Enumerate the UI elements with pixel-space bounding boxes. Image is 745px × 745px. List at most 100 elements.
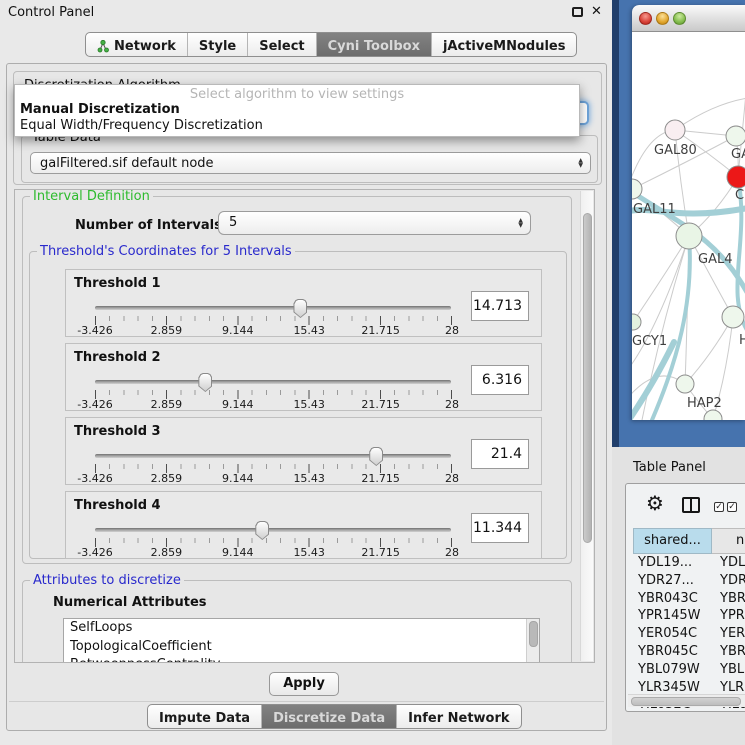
- float-window-icon[interactable]: [572, 7, 583, 17]
- network-node[interactable]: [632, 314, 641, 330]
- table-row[interactable]: YBL079WYBL0: [633, 661, 745, 679]
- table-row[interactable]: YDL19...YDL1: [633, 554, 745, 572]
- network-node[interactable]: [727, 166, 745, 188]
- threshold-value-field[interactable]: 6.316: [471, 365, 529, 395]
- table-hscrollbar[interactable]: [628, 694, 745, 707]
- tab-network[interactable]: Network: [86, 33, 187, 56]
- slider-tick-labels: -3.4262.8599.14415.4321.71528: [95, 398, 452, 410]
- table-cell[interactable]: YBL0: [712, 661, 745, 679]
- tab-style[interactable]: Style: [187, 33, 247, 56]
- network-canvas[interactable]: GAL80GACGAL11GAL4GCY1HHAP2: [632, 32, 745, 420]
- group-title: Attributes to discretize: [30, 573, 184, 588]
- tick-label: 2.859: [151, 472, 183, 485]
- column-header-shared[interactable]: shared...: [633, 528, 712, 554]
- dropdown-option-equal-width[interactable]: Equal Width/Frequency Discretization: [15, 118, 579, 134]
- dropdown-option-manual[interactable]: Manual Discretization: [15, 102, 579, 118]
- node-label: GAL4: [698, 252, 732, 267]
- attribute-list-item[interactable]: BetweennessCentrality: [64, 656, 539, 663]
- threshold-value-field[interactable]: 21.4: [471, 439, 529, 469]
- network-node[interactable]: [726, 126, 745, 146]
- table-cell[interactable]: YPR1: [712, 607, 745, 625]
- tick-label: 2.859: [151, 398, 183, 411]
- number-of-intervals-label: Number of Intervals: [75, 218, 222, 233]
- tab-label: Style: [199, 39, 236, 54]
- tab-cyni-toolbox[interactable]: Cyni Toolbox: [316, 33, 431, 56]
- table-cell[interactable]: YBR0: [712, 643, 745, 661]
- table-cell[interactable]: YBR043C: [633, 590, 712, 608]
- table-cell[interactable]: YPR145W: [633, 607, 712, 625]
- attribute-list-item[interactable]: SelfLoops: [64, 619, 539, 638]
- cyni-mode-tabs: Impute Data Discretize Data Infer Networ…: [147, 704, 522, 729]
- settings-scrollbar[interactable]: [580, 191, 593, 661]
- threshold-value-field[interactable]: 14.713: [471, 291, 529, 321]
- numerical-attributes-label: Numerical Attributes: [53, 595, 207, 610]
- table-cell[interactable]: YDL1: [712, 554, 745, 572]
- table-row[interactable]: YER054CYER0: [633, 625, 745, 643]
- tick-label: 15.43: [293, 324, 325, 337]
- list-scrollbar[interactable]: [526, 619, 539, 663]
- tab-select[interactable]: Select: [247, 33, 315, 56]
- settings-scrollbar-thumb[interactable]: [583, 213, 592, 543]
- table-row[interactable]: YDR27...YDR2: [633, 572, 745, 590]
- checkbox-icon[interactable]: ✓: [714, 502, 724, 512]
- network-node[interactable]: [676, 223, 702, 249]
- network-window-titlebar[interactable]: [632, 5, 745, 32]
- threshold-3-slider[interactable]: [95, 446, 451, 466]
- checkbox-icon[interactable]: ✓: [727, 502, 737, 512]
- tab-label: Select: [259, 39, 304, 54]
- table-row[interactable]: YPR145WYPR1: [633, 607, 745, 625]
- numerical-attributes-list: SelfLoopsTopologicalCoefficientBetweenne…: [64, 619, 539, 663]
- control-panel-tabs: Network Style Select Cyni Toolbox jActiv…: [85, 32, 577, 57]
- spinner-arrows-icon[interactable]: ▲▼: [518, 218, 523, 228]
- table-cell[interactable]: YER054C: [633, 625, 712, 643]
- network-node[interactable]: [722, 306, 744, 328]
- mac-close-icon[interactable]: [639, 12, 652, 25]
- slider-track[interactable]: [95, 454, 451, 458]
- table-cell[interactable]: YER0: [712, 625, 745, 643]
- numerical-attributes-listbox[interactable]: SelfLoopsTopologicalCoefficientBetweenne…: [63, 618, 540, 663]
- apply-button[interactable]: Apply: [269, 672, 339, 696]
- table-row[interactable]: YBR043CYBR0: [633, 590, 745, 608]
- threshold-4-slider[interactable]: [95, 520, 451, 540]
- tab-jactivemnodules[interactable]: jActiveMNodules: [431, 33, 577, 56]
- network-view-window[interactable]: GAL80GACGAL11GAL4GCY1HHAP2: [632, 5, 745, 420]
- control-panel-window: Control Panel ✕ Network Style Select Cyn…: [0, 0, 612, 745]
- table-row[interactable]: YBR045CYBR0: [633, 643, 745, 661]
- cyni-toolbox-panel: Discretization Algorithm ▲▼ Select algor…: [6, 63, 607, 731]
- table-data-combobox[interactable]: galFiltered.sif default node ▲▼: [30, 152, 591, 174]
- table-cell[interactable]: YBR045C: [633, 643, 712, 661]
- gear-icon[interactable]: ⚙: [646, 492, 664, 514]
- mac-zoom-icon[interactable]: [673, 12, 686, 25]
- slider-track[interactable]: [95, 380, 451, 384]
- threshold-value-field[interactable]: 11.344: [471, 513, 529, 543]
- tab-impute-data[interactable]: Impute Data: [148, 705, 261, 728]
- threshold-1-slider[interactable]: [95, 298, 451, 318]
- columns-icon[interactable]: [682, 497, 700, 513]
- tab-discretize-data[interactable]: Discretize Data: [261, 705, 396, 728]
- table-panel: Table Panel ⚙ ✓ ✓ shared... n YDL19...YD…: [612, 447, 745, 745]
- close-icon[interactable]: ✕: [591, 4, 602, 19]
- tick-label: 28: [445, 472, 459, 485]
- table-cell[interactable]: YDR27...: [633, 572, 712, 590]
- tick-label: 15.43: [293, 546, 325, 559]
- table-cell[interactable]: YDL19...: [633, 554, 712, 572]
- tab-infer-network[interactable]: Infer Network: [396, 705, 520, 728]
- spinner-value: 5: [229, 215, 237, 230]
- list-scrollbar-thumb[interactable]: [529, 621, 538, 647]
- table-cell[interactable]: YBR0: [712, 590, 745, 608]
- threshold-2-slider[interactable]: [95, 372, 451, 392]
- slider-track[interactable]: [95, 306, 451, 310]
- window-title: Control Panel: [8, 5, 94, 20]
- table-cell[interactable]: YBL079W: [633, 661, 712, 679]
- network-node[interactable]: [665, 120, 685, 140]
- mac-minimize-icon[interactable]: [656, 12, 669, 25]
- table-hscrollbar-thumb[interactable]: [631, 697, 741, 706]
- attribute-list-item[interactable]: TopologicalCoefficient: [64, 638, 539, 657]
- node-label: GAL11: [633, 202, 676, 217]
- tick-label: 2.859: [151, 324, 183, 337]
- slider-track[interactable]: [95, 528, 451, 532]
- network-node[interactable]: [676, 375, 694, 393]
- table-cell[interactable]: YDR2: [712, 572, 745, 590]
- number-of-intervals-spinner[interactable]: 5 ▲▼: [218, 211, 531, 235]
- column-header-name[interactable]: n: [712, 528, 745, 554]
